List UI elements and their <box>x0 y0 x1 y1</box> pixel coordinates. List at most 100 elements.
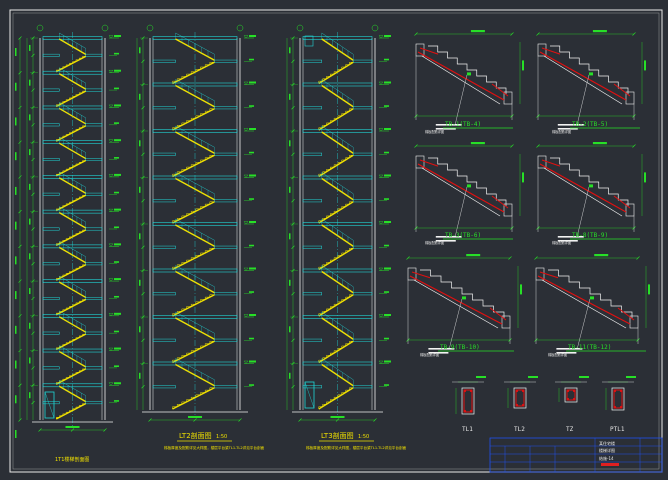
slab-step-profile <box>428 45 507 94</box>
level-marker <box>108 104 114 108</box>
level-text <box>114 208 121 211</box>
rebar-top <box>617 307 635 321</box>
level-text <box>384 384 389 386</box>
dimension-text <box>29 392 31 399</box>
rebar-dot <box>566 389 570 393</box>
dimension-text <box>289 279 291 286</box>
stair-flight <box>172 61 215 85</box>
level-text <box>114 104 121 107</box>
landing-slab <box>302 199 322 203</box>
rebar-dot <box>619 389 623 393</box>
rebar-top <box>541 159 561 167</box>
rebar-main <box>539 51 627 101</box>
dimension-text <box>626 376 636 378</box>
level-text <box>249 58 254 61</box>
level-text <box>384 221 391 223</box>
beam-label-tl1: TL1 <box>462 426 473 433</box>
dimension-text <box>139 279 141 286</box>
level-text <box>384 128 391 130</box>
stair-flight <box>55 194 87 212</box>
dimension-text <box>289 372 291 379</box>
landing-slab <box>152 292 176 296</box>
landing-slab <box>85 366 103 370</box>
level-text <box>249 360 256 363</box>
dimension-text <box>15 82 17 91</box>
rebar-dot <box>521 403 525 407</box>
leader-line <box>577 74 590 125</box>
landing-slab <box>214 245 238 249</box>
level-text <box>114 35 121 37</box>
cad-drawing-canvas[interactable]: 1T1楼梯剖面图 LT2剖面图 1:50 梯板厚度及配筋详见大样图，楼层平台梁T… <box>0 0 668 480</box>
rebar-top <box>411 271 431 279</box>
level-text <box>114 382 121 385</box>
level-text <box>114 226 119 229</box>
dimension-text <box>289 186 291 193</box>
slab-step-profile <box>550 45 629 94</box>
slab-soffit <box>541 279 627 329</box>
stair-flight <box>55 298 87 316</box>
rebar-label <box>467 72 471 76</box>
detail-sub-3: 梯板配筋详图 <box>425 240 444 245</box>
stirrup <box>613 389 623 409</box>
dimension-text <box>470 30 485 33</box>
cad-drawing-canvas[interactable]: 1T1楼梯剖面图 LT2剖面图 1:50 梯板厚度及配筋详见大样图，楼层平台梁T… <box>0 0 668 480</box>
level-marker <box>108 347 114 351</box>
level-marker <box>108 35 114 39</box>
level-marker <box>378 81 384 85</box>
slab-step-profile <box>428 157 507 206</box>
dimension-text <box>15 395 17 404</box>
level-text <box>384 81 391 84</box>
landing-slab <box>353 245 373 249</box>
level-marker <box>108 382 114 386</box>
level-marker <box>108 174 114 178</box>
axis-bubble <box>36 24 44 32</box>
beam-label-ptl1: PTL1 <box>610 426 625 433</box>
dimension-text <box>15 48 17 56</box>
middle-elevation-title: LT2剖面图 <box>179 431 212 440</box>
stair-flight <box>172 108 215 131</box>
rebar-top <box>539 271 559 279</box>
middle-elevation-note: 梯板厚度及配筋详见大样图，楼层平台梁TL1-TL2详见平台剖面 <box>164 445 265 450</box>
axis-bubble <box>296 24 304 32</box>
detail-sub-4: 梯板配筋详图 <box>552 240 571 245</box>
dimension-text <box>139 93 141 100</box>
landing-slab <box>152 152 176 156</box>
right-elevation-note: 梯板厚度及配筋详见大样图，楼层平台梁TL1-TL2详见平台剖面 <box>306 445 407 450</box>
slab-detail-2 <box>536 30 646 130</box>
detail-sub-2: 梯板配筋详图 <box>552 129 571 134</box>
level-text <box>384 151 389 154</box>
landing-slab <box>214 106 238 110</box>
rebar-label <box>589 184 593 188</box>
landing-slab <box>353 59 373 63</box>
leader-line <box>577 186 590 237</box>
rebar-main <box>537 275 631 325</box>
level-text <box>249 198 254 200</box>
title-block-drawing: 楼梯详图 <box>599 447 615 453</box>
level-marker <box>378 128 384 132</box>
rebar-main <box>417 51 505 101</box>
rebar-main <box>409 275 503 325</box>
dimension-text <box>470 142 485 145</box>
stair-flight <box>55 333 87 351</box>
level-text <box>384 58 389 61</box>
dimension-text <box>289 326 291 333</box>
leader-line <box>455 186 468 237</box>
leader-line <box>577 298 591 349</box>
slab-soffit <box>421 55 501 105</box>
level-text <box>114 312 121 315</box>
level-marker <box>243 35 249 39</box>
dimension-text <box>29 44 31 51</box>
level-text <box>249 81 256 84</box>
slab-detail-5 <box>406 254 522 354</box>
axis-bubble <box>371 24 379 32</box>
stair-flight <box>172 387 215 410</box>
landing-slab <box>214 338 238 342</box>
dimension-text <box>648 284 650 295</box>
dimension-text <box>139 186 141 193</box>
level-marker <box>243 128 249 132</box>
level-marker <box>243 221 249 225</box>
landing-slab <box>214 59 238 63</box>
landing-slab <box>42 192 60 196</box>
stair-flight <box>318 154 354 178</box>
landing-slab <box>42 88 60 92</box>
